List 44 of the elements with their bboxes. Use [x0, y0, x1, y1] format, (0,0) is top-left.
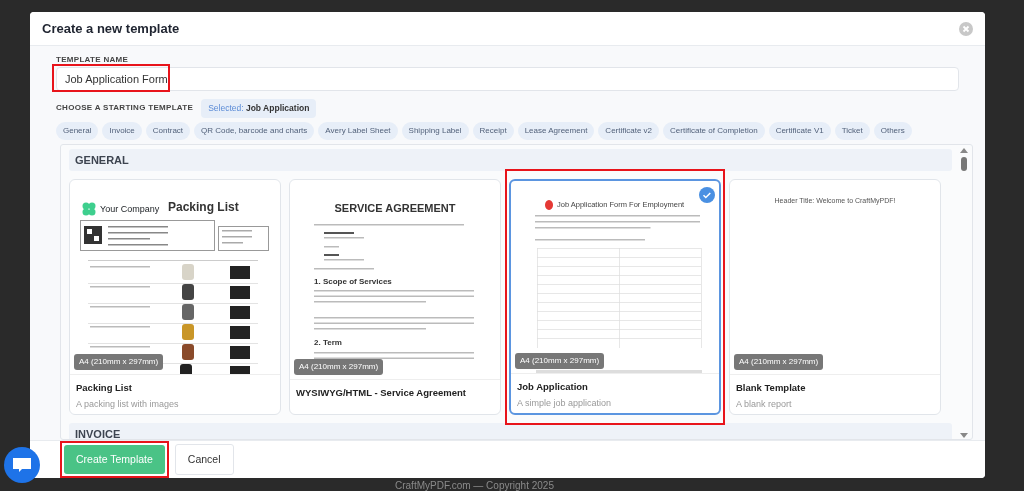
template-title: WYSIWYG/HTML - Service Agreement [295, 386, 467, 401]
doc-subheading: 2. Term [314, 337, 342, 350]
template-description: A packing list with images [75, 397, 180, 411]
section-heading: INVOICE [69, 423, 952, 439]
template-title: Job Application [516, 379, 589, 394]
template-description: A simple job application [516, 396, 613, 410]
section-heading: GENERAL [69, 148, 952, 172]
template-description: A blank report [735, 397, 793, 411]
doc-subheading: 1. Scope of Services [314, 276, 392, 289]
modal-title: Create a new template [42, 19, 180, 38]
category-chip[interactable]: Contract [145, 121, 191, 140]
cancel-button[interactable]: Cancel [174, 443, 234, 476]
category-chip[interactable]: Avery Label Sheet [318, 121, 398, 140]
size-badge: A4 (210mm x 297mm) [734, 353, 824, 370]
category-chip[interactable]: General [56, 121, 99, 140]
doc-heading: SERVICE AGREEMENT [333, 201, 457, 217]
section-label: CHOOSE A STARTING TEMPLATE [56, 102, 194, 115]
category-chip[interactable]: Lease Agreement [517, 121, 595, 140]
template-card[interactable]: SERVICE AGREEMENT 1. Scope of Services 2. Term A4 (210mm x 297mm) WYSIWYG/HTML - Service Agreement [289, 179, 501, 416]
logo-icon [545, 199, 553, 210]
doc-heading: Packing List [168, 199, 239, 217]
selected-template-badge: Selected: Job Application [201, 99, 317, 118]
chat-bubble-icon[interactable] [4, 447, 40, 483]
template-title: Packing List [75, 380, 133, 395]
company-name: Your Company [100, 202, 160, 216]
size-badge: A4 (210mm x 297mm) [74, 353, 164, 370]
check-icon [699, 187, 715, 204]
template-title: Blank Template [735, 380, 807, 395]
footer-text: CraftMyPDF.com — Copyright 2025 [395, 479, 554, 491]
category-chip[interactable]: Ticket [834, 121, 870, 140]
category-chip[interactable]: Certificate v2 [598, 121, 660, 140]
size-badge: A4 (210mm x 297mm) [294, 359, 384, 376]
field-label: TEMPLATE NAME [56, 54, 130, 66]
clover-logo-icon [82, 202, 96, 217]
category-chip[interactable]: Others [873, 121, 912, 140]
size-badge: A4 (210mm x 297mm) [515, 352, 605, 369]
category-chip[interactable]: Invoice [102, 121, 142, 140]
name-input-field[interactable]: Job Application Form [56, 67, 959, 91]
template-card[interactable]: Your Company Packing List A4 (210mm x 297mm) Packing List A packing list with images [69, 179, 281, 416]
category-chip[interactable]: QR Code, barcode and charts [194, 121, 315, 140]
category-chip[interactable]: Shipping Label [401, 121, 469, 140]
category-chip[interactable]: Receipt [472, 121, 514, 140]
category-chip[interactable]: Certificate V1 [768, 121, 831, 140]
category-chip[interactable]: Certificate of Completion [663, 121, 765, 140]
